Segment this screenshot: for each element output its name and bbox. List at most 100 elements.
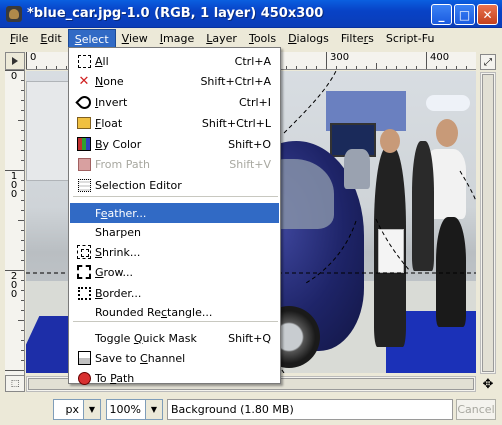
ruler-tick <box>316 66 317 69</box>
unit-select[interactable]: px ▼ <box>53 399 101 420</box>
menu-item-label: To Path <box>95 372 134 385</box>
save-to-channel-icon-glyph <box>77 351 91 365</box>
menu-label: ile <box>15 31 29 45</box>
menu-label: ialogs <box>296 31 329 45</box>
label-text: loat <box>101 116 123 130</box>
shrink-icon <box>76 244 92 260</box>
menu-item-sharpen[interactable]: Sharpen <box>70 222 279 242</box>
zoom-value: 100% <box>109 403 141 416</box>
menu-dialogs[interactable]: Dialogs <box>282 29 335 48</box>
menu-script-fu[interactable]: Script-Fu <box>380 29 441 48</box>
menu-item-by-color[interactable]: By Color Shift+O <box>70 134 279 154</box>
ruler-tick <box>346 66 347 69</box>
menu-item-feather[interactable]: Feather... <box>70 203 279 223</box>
ruler-tick <box>336 66 337 69</box>
ruler-tick <box>21 160 24 161</box>
title-bar[interactable]: *blue_car.jpg-1.0 (RGB, 1 layer) 450x300… <box>0 0 502 28</box>
menu-label-prefix: Filte <box>340 31 364 45</box>
maximize-button[interactable]: □ <box>454 4 475 25</box>
label-text: order... <box>102 286 142 300</box>
menu-item-grow[interactable]: Grow... <box>70 262 279 282</box>
label-mnemonic: G <box>95 265 104 279</box>
ruler-tick <box>21 110 24 111</box>
quick-mask-menu-button[interactable] <box>5 52 25 70</box>
label-text: one <box>103 74 124 88</box>
ruler-tick <box>21 230 24 231</box>
select-none-icon-glyph: ✕ <box>78 73 90 89</box>
menu-item-selection-editor[interactable]: Selection Editor <box>70 175 279 195</box>
label-prefix: Save to <box>95 351 141 365</box>
ruler-tick <box>5 270 24 271</box>
select-all-icon <box>76 53 92 69</box>
menu-item-shortcut: Ctrl+A <box>234 54 271 68</box>
menu-filters[interactable]: Filters <box>335 29 380 48</box>
gimp-app-icon[interactable] <box>6 5 22 22</box>
menu-item-invert[interactable]: Invert Ctrl+I <box>70 92 279 112</box>
ruler-tick <box>21 340 24 341</box>
label-mnemonic: A <box>95 54 103 68</box>
close-button[interactable]: ✕ <box>477 4 498 25</box>
ruler-tick <box>21 360 24 361</box>
minimize-button[interactable]: _ <box>431 4 452 25</box>
ruler-tick <box>21 330 24 331</box>
menu-label: ools <box>253 31 277 45</box>
ruler-tick <box>66 66 67 69</box>
vertical-scroll-thumb[interactable] <box>482 74 494 372</box>
chevron-down-icon[interactable]: ▼ <box>145 400 162 419</box>
menu-file[interactable]: File <box>4 29 34 48</box>
navigate-button[interactable]: ✥ <box>480 376 496 392</box>
menu-item-float[interactable]: Float Shift+Ctrl+L <box>70 113 279 133</box>
ruler-tick <box>21 80 24 81</box>
menu-item-save-to-channel[interactable]: Save to Channel <box>70 348 279 368</box>
menu-label: dit <box>47 31 62 45</box>
vertical-scrollbar[interactable] <box>480 72 496 374</box>
ruler-tick <box>21 150 24 151</box>
move-arrows-icon: ✥ <box>482 376 494 392</box>
window-controls: _ □ ✕ <box>431 4 498 25</box>
zoom-to-fit-button[interactable]: ⤢ <box>480 54 496 70</box>
menu-edit[interactable]: Edit <box>34 29 67 48</box>
menu-item-label: Feather... <box>95 207 146 220</box>
label-text: y Color <box>102 137 142 151</box>
select-all-icon-glyph <box>77 54 91 68</box>
label-text: Sharpen <box>95 225 141 239</box>
label-text: ll <box>102 54 109 68</box>
menu-item-none[interactable]: ✕ None Shift+Ctrl+A <box>70 71 279 91</box>
menu-item-border[interactable]: Border... <box>70 283 279 303</box>
ruler-tick <box>296 66 297 69</box>
ruler-tick-label: 400 <box>430 52 450 63</box>
ruler-tick-label: 0 <box>30 52 37 63</box>
quick-mask-toggle-button[interactable]: ⬚ <box>5 375 25 392</box>
menu-item-all[interactable]: All Ctrl+A <box>70 51 279 71</box>
menu-layer[interactable]: Layer <box>200 29 243 48</box>
menu-arrow-icon <box>12 57 18 65</box>
ruler-tick <box>406 66 407 69</box>
menu-item-label: None <box>95 75 124 88</box>
label-mnemonic: Q <box>133 331 143 345</box>
ruler-tick <box>21 100 24 101</box>
ruler-tick <box>21 250 24 251</box>
ruler-tick <box>21 200 24 201</box>
menu-item-to-path[interactable]: To Path <box>70 368 279 388</box>
cancel-button[interactable]: Cancel <box>456 399 496 420</box>
window-title: *blue_car.jpg-1.0 (RGB, 1 layer) 450x300 <box>27 6 324 21</box>
menu-item-toggle-quick-mask[interactable]: Toggle Quick Mask Shift+Q <box>70 328 279 348</box>
menu-tools[interactable]: Tools <box>243 29 282 48</box>
menu-item-label: Sharpen <box>95 226 141 239</box>
label-text: nvert <box>98 95 128 109</box>
menu-view[interactable]: View <box>116 29 154 48</box>
label-text: tangle... <box>167 305 213 319</box>
zoom-select[interactable]: 100% ▼ <box>106 399 163 420</box>
menu-item-shrink[interactable]: Shrink... <box>70 242 279 262</box>
menu-item-from-path[interactable]: From Path Shift+V <box>70 154 279 174</box>
chevron-down-icon[interactable]: ▼ <box>83 400 100 419</box>
menu-image[interactable]: Image <box>154 29 200 48</box>
vertical-ruler[interactable]: 0 100 200 <box>5 70 25 376</box>
ruler-tick <box>416 66 417 69</box>
menu-item-rounded-rectangle[interactable]: Rounded Rectangle... <box>70 302 279 322</box>
ruler-tick <box>396 66 397 69</box>
ruler-tick <box>18 320 24 321</box>
ruler-tick <box>426 52 427 69</box>
label-mnemonic: C <box>140 351 148 365</box>
menu-select[interactable]: Select <box>67 28 116 48</box>
